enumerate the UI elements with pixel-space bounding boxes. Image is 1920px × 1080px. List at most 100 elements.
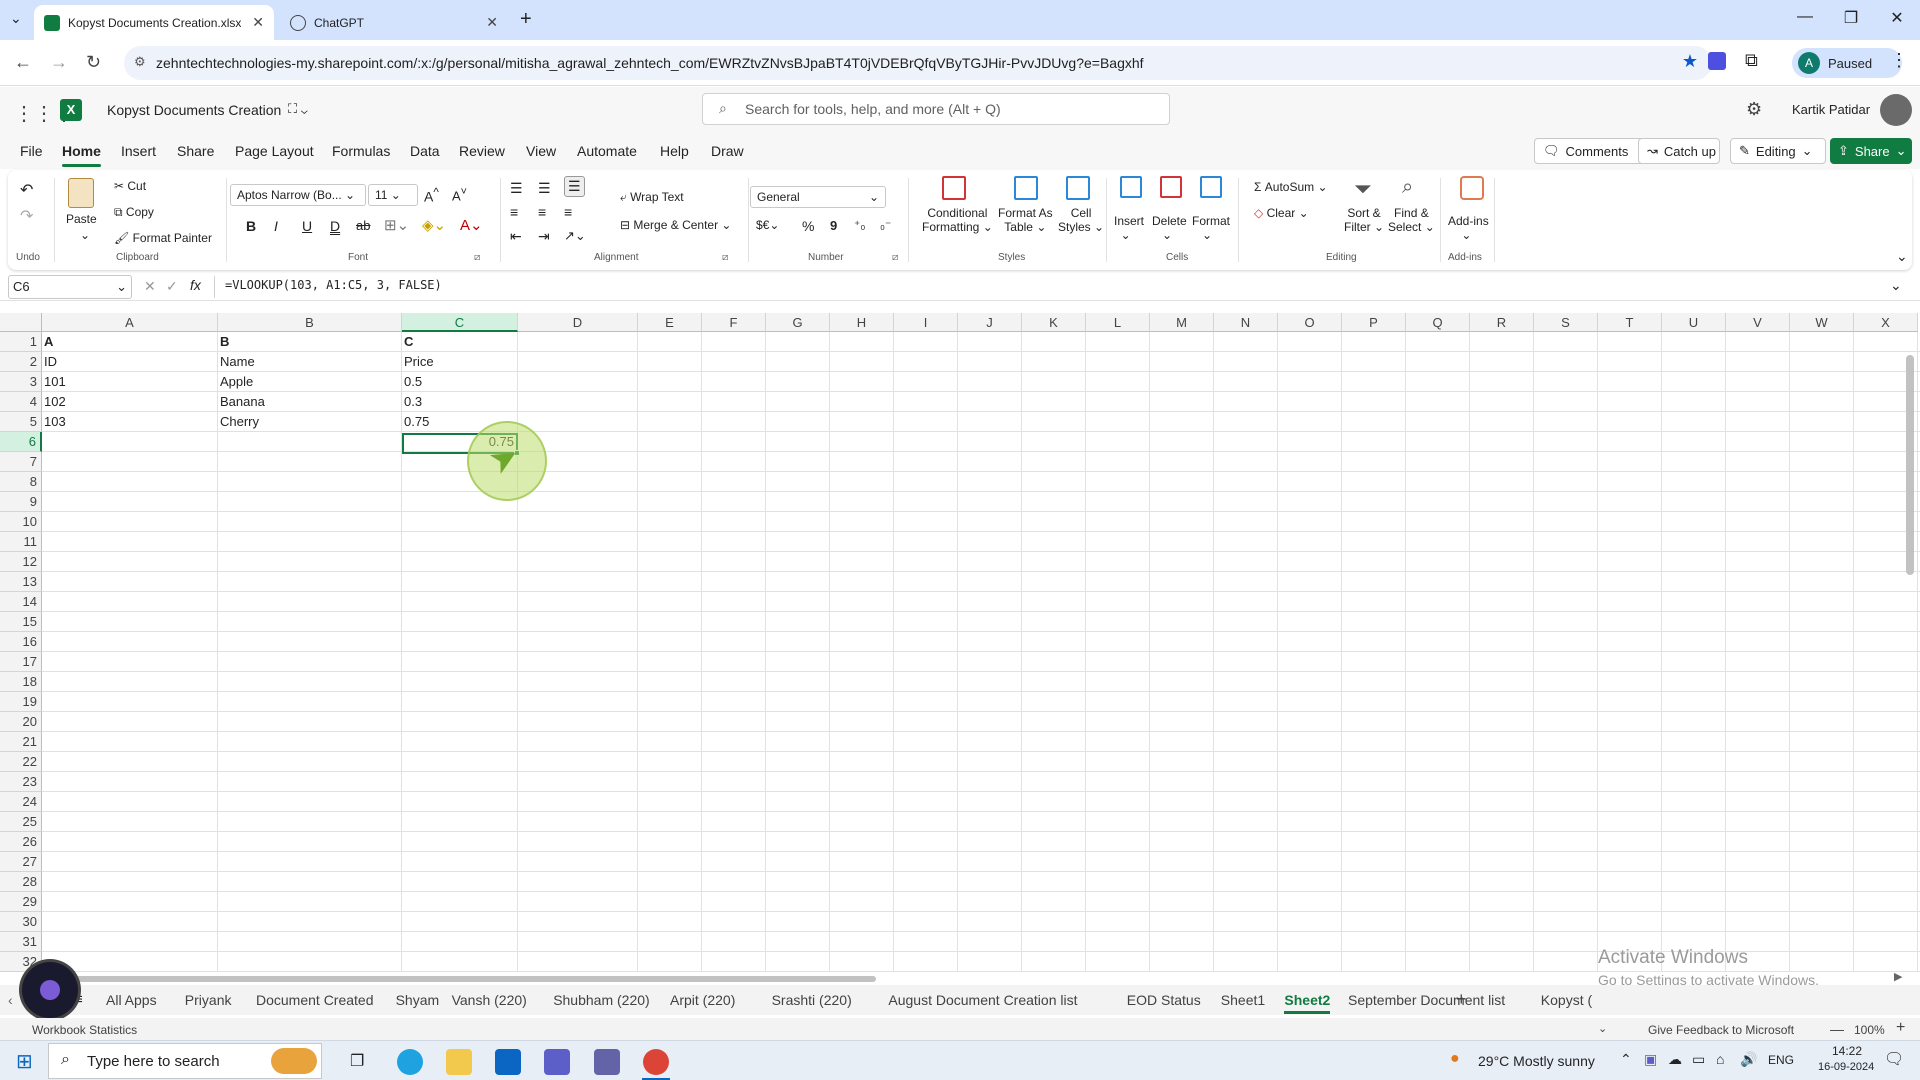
format-cells-icon[interactable] [1200, 176, 1222, 198]
cell-styles-button[interactable]: Cell Styles ⌄ [1058, 206, 1104, 234]
sheet-tab[interactable]: Priyank [185, 992, 232, 1008]
windows-start-icon[interactable]: ⊞ [16, 1049, 33, 1074]
column-header[interactable]: U [1662, 313, 1726, 332]
strikethrough-button[interactable]: ab [356, 218, 370, 233]
task-view-icon[interactable]: ❐ [350, 1051, 364, 1071]
decrease-font-icon[interactable]: A˅ [452, 186, 467, 203]
align-top-icon[interactable]: ☰ [510, 180, 523, 197]
decrease-indent-icon[interactable]: ⇤ [510, 228, 522, 245]
column-header[interactable]: F [702, 313, 766, 332]
delete-cells-button[interactable]: Delete ⌄ [1152, 214, 1187, 242]
insert-cells-icon[interactable] [1120, 176, 1142, 198]
minimize-icon[interactable]: — [1782, 8, 1828, 26]
align-bottom-icon[interactable]: ☰ [564, 176, 585, 197]
row-header[interactable]: 13 [0, 572, 42, 592]
sheet-tab[interactable]: Kopyst ( [1541, 992, 1592, 1008]
user-name[interactable]: Kartik Patidar [1792, 102, 1870, 117]
cell-a1[interactable]: A [42, 332, 218, 352]
cell-c4[interactable]: 0.3 [402, 392, 518, 412]
tab-help[interactable]: Help [660, 143, 689, 159]
catch-up-button[interactable]: ↝ Catch up [1638, 138, 1720, 164]
paste-chevron-icon[interactable]: ⌄ [80, 228, 90, 242]
column-header[interactable]: I [894, 313, 958, 332]
increase-decimal-icon[interactable]: ⁺₀ [854, 218, 865, 232]
tray-date[interactable]: 16-09-2024 [1818, 1061, 1874, 1073]
notifications-icon[interactable]: 🗨 [1884, 1049, 1904, 1069]
cell-c1[interactable]: C [402, 332, 518, 352]
column-header[interactable]: Q [1406, 313, 1470, 332]
sheet-tab[interactable]: Shyam [396, 992, 440, 1008]
align-center-icon[interactable]: ≡ [538, 204, 546, 220]
confirm-formula-icon[interactable]: ✓ [166, 278, 178, 295]
back-icon[interactable]: ← [14, 52, 32, 73]
sheet-tab[interactable]: Document Created [256, 992, 374, 1008]
taskbar-search-input[interactable]: ⌕ Type here to search [48, 1043, 322, 1079]
row-header[interactable]: 25 [0, 812, 42, 832]
power-automate-icon[interactable] [544, 1049, 570, 1075]
column-header[interactable]: M [1150, 313, 1214, 332]
new-tab-button[interactable]: + [520, 8, 532, 31]
row-header[interactable]: 2 [0, 352, 42, 372]
conditional-formatting-button[interactable]: Conditional Formatting ⌄ [922, 206, 993, 234]
undo-icon[interactable]: ↶ [20, 180, 33, 200]
column-header[interactable]: D [518, 313, 638, 332]
row-header[interactable]: 30 [0, 912, 42, 932]
tray-cloud-icon[interactable]: ☁ [1668, 1051, 1682, 1068]
sheet-tab[interactable]: September Document list [1348, 992, 1505, 1008]
clear-button[interactable]: ◇ Clear ⌄ [1254, 206, 1309, 220]
zoom-in-icon[interactable]: + [1896, 1019, 1905, 1037]
search-input[interactable]: ⌕ Search for tools, help, and more (Alt … [702, 93, 1170, 125]
decrease-decimal-icon[interactable]: ₀⁻ [880, 218, 891, 232]
sheet-tab[interactable]: Sheet2 [1284, 992, 1330, 1014]
sort-filter-button[interactable]: Sort & Filter ⌄ [1344, 206, 1384, 234]
cell-b2[interactable]: Name [218, 352, 402, 372]
align-middle-icon[interactable]: ☰ [538, 180, 551, 197]
close-tab-icon[interactable]: ✕ [486, 14, 498, 31]
row-header[interactable]: 7 [0, 452, 42, 472]
tab-formulas[interactable]: Formulas [332, 143, 390, 159]
cell-a5[interactable]: 103 [42, 412, 218, 432]
file-explorer-icon[interactable] [446, 1049, 472, 1075]
italic-button[interactable]: I [274, 218, 278, 234]
site-info-icon[interactable]: ⚙ [134, 54, 146, 70]
tray-volume-icon[interactable]: 🔊 [1740, 1051, 1757, 1068]
teams-icon[interactable] [594, 1049, 620, 1075]
bookmark-star-icon[interactable]: ★ [1682, 51, 1698, 72]
row-header[interactable]: 5 [0, 412, 42, 432]
column-header[interactable]: G [766, 313, 830, 332]
bold-button[interactable]: B [246, 218, 256, 234]
font-size-select[interactable]: 11 ⌄ [368, 184, 418, 206]
expand-formula-bar-icon[interactable]: ⌄ [1890, 277, 1902, 294]
column-header[interactable]: V [1726, 313, 1790, 332]
excel-logo-icon[interactable]: X [60, 99, 82, 121]
cell-b5[interactable]: Cherry [218, 412, 402, 432]
cell-c3[interactable]: 0.5 [402, 372, 518, 392]
row-header[interactable]: 3 [0, 372, 42, 392]
increase-font-icon[interactable]: A^ [424, 186, 439, 205]
format-painter-button[interactable]: 🖌 Format Painter [114, 231, 212, 245]
row-header[interactable]: 22 [0, 752, 42, 772]
column-header[interactable]: O [1278, 313, 1342, 332]
cell-b4[interactable]: Banana [218, 392, 402, 412]
row-header[interactable]: 12 [0, 552, 42, 572]
row-header[interactable]: 23 [0, 772, 42, 792]
edge-browser-icon[interactable] [397, 1049, 423, 1075]
tray-chevron-icon[interactable]: ⌃ [1620, 1051, 1632, 1068]
sheet-tab[interactable]: Srashti (220) [772, 992, 852, 1008]
sort-filter-icon[interactable]: ⏷ [1354, 176, 1372, 202]
reload-icon[interactable]: ↻ [86, 52, 101, 73]
cell-a4[interactable]: 102 [42, 392, 218, 412]
close-tab-icon[interactable]: ✕ [252, 14, 264, 31]
forward-icon[interactable]: → [50, 52, 68, 73]
tab-home[interactable]: Home [62, 143, 101, 167]
autosum-button[interactable]: Σ AutoSum ⌄ [1254, 180, 1328, 194]
align-right-icon[interactable]: ≡ [564, 204, 572, 220]
conditional-formatting-icon[interactable] [942, 176, 966, 200]
row-header[interactable]: 24 [0, 792, 42, 812]
cut-button[interactable]: ✂ Cut [114, 179, 146, 193]
column-header[interactable]: K [1022, 313, 1086, 332]
borders-icon[interactable]: ⊞⌄ [384, 216, 409, 234]
sheet-tab[interactable]: Arpit (220) [670, 992, 735, 1008]
copy-button[interactable]: ⧉ Copy [114, 205, 154, 220]
sheet-tab[interactable]: August Document Creation list [888, 992, 1077, 1008]
